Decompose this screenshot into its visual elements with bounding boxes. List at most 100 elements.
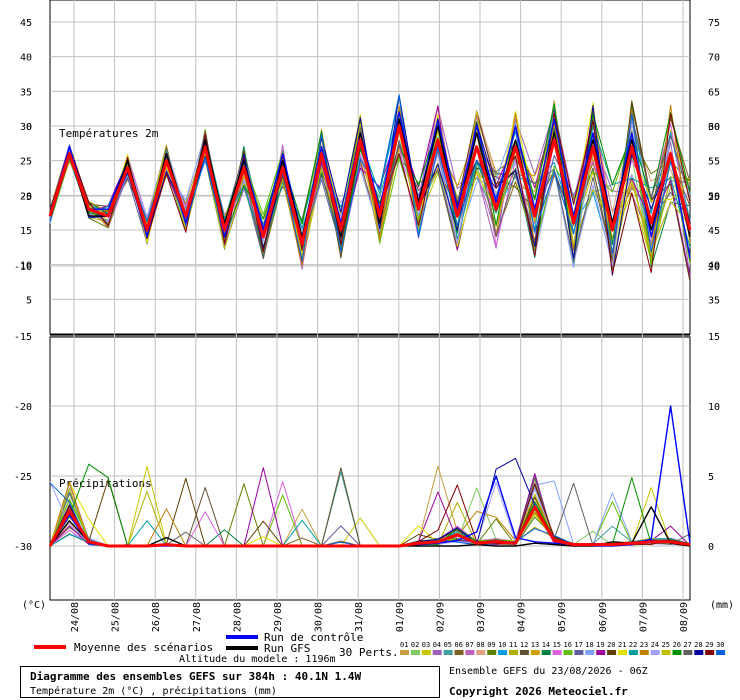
ensemble-chart: 24/08 25/08 26/08 27/08 28/08 29/08 30/08 31/08…	[14, 0, 726, 655]
pert-swatch	[585, 650, 595, 655]
copyright: Copyright 2026 Meteociel.fr	[449, 685, 628, 698]
pert-number: 18	[585, 641, 593, 649]
temp-left-tick: 5	[26, 295, 32, 306]
pert-number: 25	[662, 641, 670, 649]
pert-number: 06	[455, 641, 463, 649]
temp-left-tick: 15	[20, 226, 32, 237]
x-tick-label: 03/09	[476, 602, 487, 632]
precip-left-tick: -25	[14, 472, 32, 483]
pert-swatch	[683, 650, 693, 655]
precip-member-line	[49, 481, 691, 547]
pert-number: 10	[498, 641, 506, 649]
precip-right-tick: 30	[708, 122, 720, 133]
temp-right-tick: 55	[708, 157, 720, 168]
pert-swatch	[705, 650, 715, 655]
legend-perts-label: 30 Perts.	[339, 646, 399, 659]
pert-swatch	[530, 650, 540, 655]
precip-right-tick: 10	[708, 402, 720, 413]
precip-member-line	[49, 482, 691, 547]
x-tick-label: 01/09	[395, 602, 406, 632]
pert-swatch	[476, 650, 486, 655]
x-tick-label: 24/08	[70, 602, 81, 632]
pert-number: 28	[694, 641, 702, 649]
temp-left-tick: 35	[20, 87, 32, 98]
pert-number: 13	[531, 641, 539, 649]
x-tick-label: 27/08	[192, 602, 203, 632]
x-tick-label: 04/09	[517, 602, 528, 632]
pert-number: 30	[716, 641, 724, 649]
x-tick-label: 30/08	[314, 602, 325, 632]
left-unit-label: (°C)	[22, 600, 47, 611]
pert-swatch	[454, 650, 464, 655]
pert-swatch	[443, 650, 453, 655]
pert-number: 24	[651, 641, 659, 649]
temp-panel-title: Températures 2m	[59, 127, 159, 140]
precip-gfs-line	[49, 506, 691, 547]
precip-right-tick: 25	[708, 192, 720, 203]
pert-swatch	[574, 650, 584, 655]
precip-left-tick: -5	[20, 192, 32, 203]
pert-swatch	[607, 650, 617, 655]
precip-left-tick: -30	[14, 542, 32, 553]
x-tick-label: 07/09	[638, 602, 649, 632]
pert-number: 04	[433, 641, 441, 649]
footer-title: Diagramme des ensembles GEFS sur 384h : …	[30, 670, 362, 683]
pert-number: 23	[640, 641, 648, 649]
temp-right-tick: 70	[708, 53, 720, 64]
pert-swatch	[410, 650, 420, 655]
pert-number: 26	[673, 641, 681, 649]
precip-member-line	[49, 480, 691, 547]
footer-subtitle: Température 2m (°C) , précipitations (mm…	[30, 686, 277, 697]
pert-swatch	[498, 650, 508, 655]
pert-number: 09	[487, 641, 495, 649]
pert-number: 20	[607, 641, 615, 649]
pert-number: 29	[705, 641, 713, 649]
pert-number: 14	[542, 641, 550, 649]
precip-member-line	[49, 488, 691, 547]
precip-right-tick: 20	[708, 262, 720, 273]
pert-number: 19	[596, 641, 604, 649]
precip-member-line	[49, 482, 691, 547]
right-unit-label: (mm)	[710, 600, 735, 611]
pert-swatch	[716, 650, 726, 655]
pert-number: 08	[476, 641, 484, 649]
pert-swatch	[541, 650, 551, 655]
x-tick-label: 06/09	[598, 602, 609, 632]
pert-swatch	[618, 650, 627, 655]
pert-swatch	[400, 650, 409, 655]
precip-member-line	[49, 491, 690, 547]
precip-mean-line	[48, 505, 691, 548]
pert-number: 21	[618, 641, 626, 649]
pert-swatch	[432, 650, 442, 655]
temp-right-tick: 35	[708, 295, 720, 306]
pert-number: 01	[400, 641, 408, 649]
run-info: Ensemble GEFS du 23/08/2026 - 06Z	[449, 666, 648, 677]
temp-left-tick: 25	[20, 157, 32, 168]
precip-member-line	[49, 494, 691, 547]
x-tick-label: 25/08	[111, 602, 122, 632]
x-tick-label: 31/08	[354, 602, 365, 632]
pert-number: 16	[564, 641, 572, 649]
temp-right-tick: 65	[708, 87, 720, 98]
x-tick-label: 28/08	[232, 602, 243, 632]
pert-swatch	[596, 650, 606, 655]
precip-member-line	[49, 487, 691, 547]
temp-right-tick: 45	[708, 226, 720, 237]
x-tick-label: 05/09	[557, 602, 568, 632]
precip-left-tick: -20	[14, 402, 32, 413]
pert-swatch	[661, 650, 671, 655]
pert-swatch	[465, 650, 475, 655]
precip-member-line	[49, 482, 691, 547]
legend-mean-label: Moyenne des scénarios	[74, 641, 214, 654]
precip-right-tick: 0	[708, 542, 714, 553]
precip-left-tick: -15	[14, 332, 32, 343]
pert-swatch	[421, 650, 431, 655]
temp-left-tick: 45	[20, 18, 32, 29]
precip-member-line	[49, 481, 691, 547]
pert-number: 17	[574, 641, 582, 649]
pert-number: 22	[629, 641, 637, 649]
pert-number: 03	[422, 641, 430, 649]
temp-right-tick: 75	[708, 18, 720, 29]
temp-left-tick: 40	[20, 53, 32, 64]
pert-swatch	[672, 650, 682, 655]
